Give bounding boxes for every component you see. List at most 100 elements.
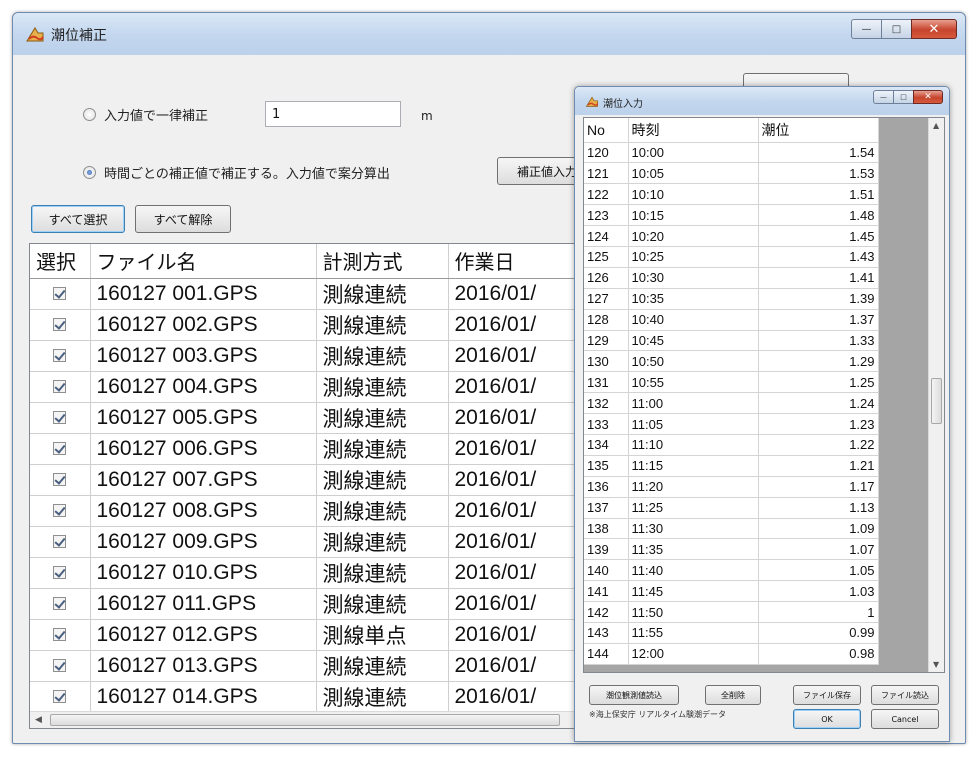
tide-row[interactable]: 143 11:55 0.99 — [584, 622, 879, 644]
select-cell[interactable] — [30, 278, 91, 310]
time-cell[interactable]: 11:00 — [628, 392, 759, 415]
tide-row[interactable]: 140 11:40 1.05 — [584, 559, 879, 582]
tide-row[interactable]: 126 10:30 1.41 — [584, 267, 879, 289]
time-cell[interactable]: 11:05 — [628, 413, 759, 435]
tide-cell[interactable]: 1.53 — [758, 162, 879, 185]
tide-cell[interactable]: 1.21 — [758, 455, 879, 477]
time-cell[interactable]: 11:45 — [628, 580, 759, 603]
time-cell[interactable]: 10:20 — [628, 225, 759, 247]
column-header-tide[interactable]: 潮位 — [758, 118, 879, 143]
table-row[interactable]: 160127 014.GPS 測線連続 2016/01/ — [30, 681, 588, 713]
table-row[interactable]: 160127 006.GPS 測線連続 2016/01/ — [30, 433, 588, 465]
minimize-button[interactable]: — — [851, 19, 881, 39]
time-cell[interactable]: 10:10 — [628, 183, 759, 206]
select-all-button[interactable]: すべて選択 — [31, 205, 125, 233]
tide-row[interactable]: 141 11:45 1.03 — [584, 580, 879, 603]
tide-row[interactable]: 122 10:10 1.51 — [584, 183, 879, 206]
time-cell[interactable]: 10:50 — [628, 350, 759, 373]
tide-cell[interactable]: 1.39 — [758, 288, 879, 310]
time-cell[interactable]: 11:35 — [628, 538, 759, 561]
tide-cell[interactable]: 1.54 — [758, 142, 879, 164]
tide-row[interactable]: 121 10:05 1.53 — [584, 162, 879, 185]
tide-cell[interactable]: 1.24 — [758, 392, 879, 415]
select-cell[interactable] — [30, 557, 91, 589]
tide-cell[interactable]: 0.99 — [758, 622, 879, 644]
time-cell[interactable]: 10:35 — [628, 288, 759, 310]
deselect-all-button[interactable]: すべて解除 — [135, 205, 231, 233]
column-header-filename[interactable]: ファイル名 — [90, 244, 317, 279]
tide-cell[interactable]: 1.25 — [758, 371, 879, 394]
time-cell[interactable]: 10:15 — [628, 204, 759, 227]
horizontal-scrollbar[interactable]: ◀ — [30, 711, 588, 728]
tide-row[interactable]: 139 11:35 1.07 — [584, 538, 879, 561]
time-cell[interactable]: 10:30 — [628, 267, 759, 289]
row-checkbox[interactable] — [53, 690, 67, 704]
tide-cell[interactable]: 1.22 — [758, 434, 879, 456]
tide-cell[interactable]: 1.41 — [758, 267, 879, 289]
time-cell[interactable]: 11:40 — [628, 559, 759, 582]
tide-row[interactable]: 138 11:30 1.09 — [584, 518, 879, 540]
tide-row[interactable]: 132 11:00 1.24 — [584, 392, 879, 415]
scroll-left-icon[interactable]: ◀ — [35, 715, 42, 725]
time-cell[interactable]: 11:10 — [628, 434, 759, 456]
tide-cell[interactable]: 1.07 — [758, 538, 879, 561]
tide-read-button[interactable]: 潮位観測値読込 — [589, 685, 679, 705]
vertical-scrollbar[interactable]: ▲ ▼ — [928, 118, 944, 672]
time-cell[interactable]: 11:30 — [628, 518, 759, 540]
tide-row[interactable]: 130 10:50 1.29 — [584, 350, 879, 373]
time-cell[interactable]: 10:00 — [628, 142, 759, 164]
row-checkbox[interactable] — [53, 473, 67, 487]
select-cell[interactable] — [30, 650, 91, 682]
tide-row[interactable]: 144 12:00 0.98 — [584, 643, 879, 665]
close-button[interactable]: ✕ — [911, 19, 957, 39]
tide-row[interactable]: 134 11:10 1.22 — [584, 434, 879, 456]
select-cell[interactable] — [30, 681, 91, 713]
table-row[interactable]: 160127 012.GPS 測線単点 2016/01/ — [30, 619, 588, 651]
tide-cell[interactable]: 1 — [758, 601, 879, 623]
tide-row[interactable]: 133 11:05 1.23 — [584, 413, 879, 435]
tide-cell[interactable]: 1.37 — [758, 309, 879, 331]
time-cell[interactable]: 10:40 — [628, 309, 759, 331]
table-row[interactable]: 160127 010.GPS 測線連続 2016/01/ — [30, 557, 588, 589]
tide-row[interactable]: 125 10:25 1.43 — [584, 246, 879, 268]
tide-row[interactable]: 131 10:55 1.25 — [584, 371, 879, 394]
time-cell[interactable]: 10:05 — [628, 162, 759, 185]
tide-cell[interactable]: 1.03 — [758, 580, 879, 603]
title-bar[interactable]: 潮位補正 — □ ✕ — [13, 13, 965, 55]
select-cell[interactable] — [30, 340, 91, 372]
time-cell[interactable]: 11:55 — [628, 622, 759, 644]
file-load-button[interactable]: ファイル読込 — [871, 685, 939, 705]
tide-row[interactable]: 123 10:15 1.48 — [584, 204, 879, 227]
uniform-correction-radio[interactable] — [83, 108, 96, 121]
time-cell[interactable]: 10:45 — [628, 330, 759, 352]
table-row[interactable]: 160127 011.GPS 測線連続 2016/01/ — [30, 588, 588, 620]
time-cell[interactable]: 10:55 — [628, 371, 759, 394]
hourly-correction-option[interactable]: 時間ごとの補正値で補正する。入力値で案分算出 — [83, 163, 390, 182]
row-checkbox[interactable] — [53, 659, 67, 673]
tide-row[interactable]: 135 11:15 1.21 — [584, 455, 879, 477]
tide-cell[interactable]: 0.98 — [758, 643, 879, 665]
select-cell[interactable] — [30, 433, 91, 465]
tide-cell[interactable]: 1.23 — [758, 413, 879, 435]
uniform-value-input[interactable] — [265, 101, 401, 127]
tide-cell[interactable]: 1.09 — [758, 518, 879, 540]
row-checkbox[interactable] — [53, 287, 67, 301]
tide-row[interactable]: 128 10:40 1.37 — [584, 309, 879, 331]
tide-cell[interactable]: 1.29 — [758, 350, 879, 373]
time-cell[interactable]: 11:15 — [628, 455, 759, 477]
row-checkbox[interactable] — [53, 318, 67, 332]
tide-cell[interactable]: 1.17 — [758, 476, 879, 498]
time-cell[interactable]: 11:25 — [628, 497, 759, 519]
select-cell[interactable] — [30, 619, 91, 651]
tide-cell[interactable]: 1.05 — [758, 559, 879, 582]
tide-row[interactable]: 124 10:20 1.45 — [584, 225, 879, 247]
time-cell[interactable]: 10:25 — [628, 246, 759, 268]
scroll-down-icon[interactable]: ▼ — [933, 660, 939, 669]
time-cell[interactable]: 11:20 — [628, 476, 759, 498]
select-cell[interactable] — [30, 402, 91, 434]
tide-cell[interactable]: 1.13 — [758, 497, 879, 519]
cancel-button[interactable]: Cancel — [871, 709, 939, 729]
tide-row[interactable]: 120 10:00 1.54 — [584, 142, 879, 164]
select-cell[interactable] — [30, 495, 91, 527]
popup-maximize-button[interactable]: □ — [893, 90, 913, 104]
